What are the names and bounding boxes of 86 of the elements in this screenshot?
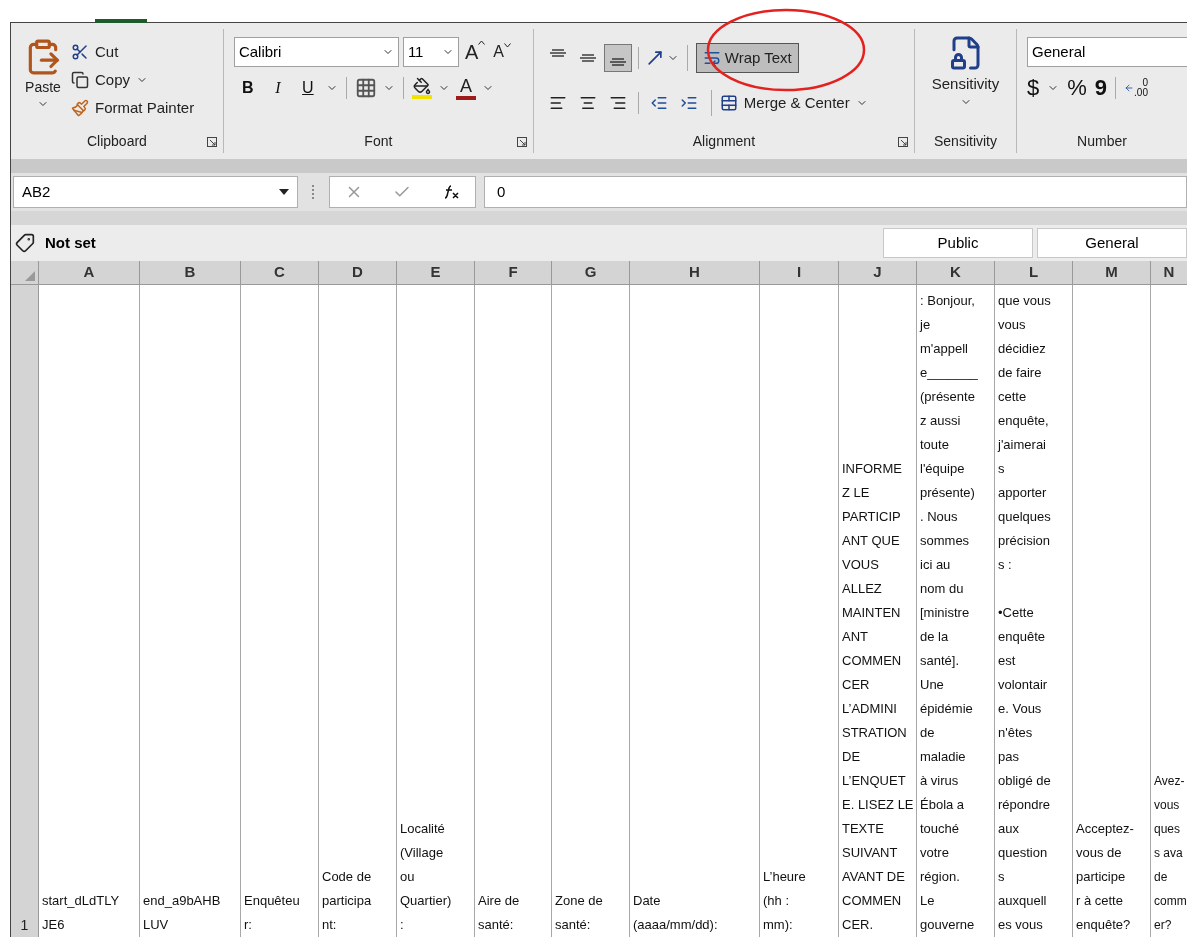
bold-button[interactable]: B [235,75,260,101]
corner-triangle-icon [25,271,35,281]
italic-button[interactable]: I [265,75,290,101]
scissors-icon [71,43,89,61]
underline-button[interactable]: U [295,75,320,101]
table-cell-text: que vous vous décidiez de faire cette enquête, j'aimerai s apporter quelques précision s : •Cette enquête est volontair e. Vous n'êtes pas obligé de répondre aux question s auxquell es vous [996,292,1052,934]
format-painter-button[interactable]: Format Painter [71,95,195,121]
column-header[interactable]: F [475,261,552,284]
row-header[interactable]: 1 [11,285,39,937]
table-cell-text: Acceptez- vous de participe r à cette enquête? [1075,820,1135,934]
tag-icon [15,233,35,253]
comma-button[interactable]: 9 [1094,75,1108,101]
column-header[interactable]: I [760,261,839,284]
column-header[interactable]: G [552,261,630,284]
table-cell-text: Enquêteu r: [243,892,301,934]
grow-font-button[interactable]: A [462,37,488,67]
column-header[interactable]: H [630,261,760,284]
sensitivity-label-field[interactable]: Public [883,228,1033,258]
column-header[interactable]: A [39,261,140,284]
paintbrush-icon [71,99,89,117]
table-cell-text: Aire de santé: [477,892,521,934]
vertical-align-icon [609,58,626,66]
fill-color-button[interactable] [411,77,432,99]
column-header[interactable]: K [917,261,995,284]
left-arrow-icon [1124,83,1135,93]
up-caret-icon [478,40,486,45]
increase-decimal-button[interactable]: 0 .00 [1124,78,1148,98]
column-header[interactable]: M [1073,261,1151,284]
table-cell-text: Localité (Village ou Quartier) : [399,820,453,934]
column-header[interactable]: L [995,261,1073,284]
dialog-launcher-icon[interactable] [898,137,908,147]
column-header[interactable]: N [1151,261,1187,284]
formula-input[interactable]: 0 [484,176,1187,208]
group-label: Font [364,131,393,151]
align-right-icon [608,94,627,112]
sensitivity-button[interactable]: Sensitivity [915,29,1016,129]
active-tab-indicator [95,19,147,23]
vertical-align-icon [549,49,566,57]
font-size-dropdown[interactable]: 11 [402,37,459,67]
column-header[interactable]: J [839,261,917,284]
align-left-icon [548,94,567,112]
group-label: Number [1077,131,1127,151]
table-cell-text: : Bonjour, je m'appell e_______ (présente z aussi toute l'équipe présente) . Nous sommes ici au nom du [ministre de la santé]. Une épidémie de maladie à virus Ébola a touché votre région. Le gouverne [918,292,979,934]
merge-cells-icon [719,94,738,112]
paste-button[interactable]: Paste [21,37,65,129]
group-label: Clipboard [86,131,147,151]
align-center-icon [578,94,597,112]
column-header[interactable]: B [140,261,241,284]
borders-icon[interactable] [354,77,377,99]
sensitivity-status: Not set [45,232,96,253]
font-name-dropdown[interactable]: Calibri [233,37,399,67]
dialog-launcher-icon[interactable] [206,137,217,147]
table-cell-text: Code de participa nt: [321,868,373,934]
table-cell-text: Avez- vous ques s ava de comm er? [1153,773,1187,934]
align-indent-icon [679,94,698,112]
column-header[interactable]: E [397,261,475,284]
dropdown-arrow-icon [279,189,289,195]
vertical-align-button[interactable] [603,44,632,72]
group-label: Alignment [692,131,756,151]
table-cell-text: INFORME Z LE PARTICIP ANT QUE VOUS ALLEZ MAINTEN ANT COMMEN CER L’ADMINI STRATION DE L’ENQUET E. LISEZ LE TEXTE SUIVANT AVANT DE COMMEN CER. [841,460,915,934]
percent-button[interactable]: % [1067,75,1087,101]
name-box[interactable]: AB2 [13,176,298,208]
column-header[interactable]: D [319,261,397,284]
copy-icon [71,71,89,89]
number-format-dropdown[interactable]: General [1027,37,1187,67]
wrap-text-button[interactable]: Wrap Text [695,43,799,73]
table-cell-text: start_dLdTLY JE6 [41,892,121,934]
sensitivity-label-field[interactable]: General [1037,228,1187,258]
currency-button[interactable]: $ [1027,75,1040,101]
merge-center-button[interactable]: Merge & Center [719,89,868,117]
column-header[interactable]: C [241,261,319,284]
wrap-text-icon [702,49,721,67]
vertical-align-icon [579,54,596,62]
table-cell-text: Zone de santé: [554,892,604,934]
drag-handle-icon[interactable] [312,185,315,199]
font-color-button[interactable]: A [455,76,476,100]
table-cell-text: end_a9bAHB LUV [142,892,222,934]
table-cell-text: Date (aaaa/mm/dd): [632,892,719,934]
copy-button[interactable]: Copy [71,67,195,93]
dialog-launcher-icon[interactable] [516,137,527,147]
align-outdent-icon [649,94,668,112]
cut-button[interactable]: Cut [71,39,195,65]
down-caret-icon [503,43,511,48]
group-label: Sensitivity [934,131,997,151]
shrink-font-button[interactable]: A [491,40,513,64]
table-cell-text: L’heure (hh : mm): [762,868,807,934]
